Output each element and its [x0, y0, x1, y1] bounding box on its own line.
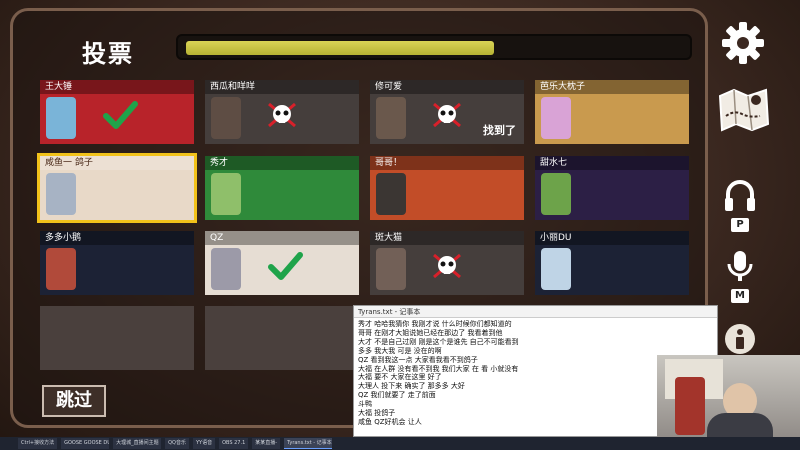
empty-slot [205, 306, 355, 370]
player-name: 小丽DU [535, 231, 689, 245]
vote-timer-bar [176, 34, 692, 60]
player-name: 芭乐大枕子 [535, 80, 689, 94]
vote-check-icon [103, 101, 138, 129]
taskbar-item[interactable]: GOOSE GOOSE DUCK [61, 438, 110, 449]
chat-line: 秀才 哈哈我猜你 我刚才说 什么时候你们都知道的 [358, 320, 512, 328]
taskbar-item[interactable]: 大理城_直播间主题 [113, 438, 162, 449]
player-name: 修可爱 [370, 80, 524, 94]
dead-skull-icon [433, 253, 461, 279]
player-name: 王大锤 [40, 80, 194, 94]
player-card[interactable]: 哥哥！ [370, 156, 524, 220]
game-screen: 投票 王大锤 西瓜和咩咩 修可爱 找到了 芭乐大枕子 咸鱼一 鸽子 秀才 哥哥！ 甜水七 多多小鹅… [0, 0, 800, 450]
player-name: 多多小鹅 [40, 231, 194, 245]
player-card[interactable]: 修可爱找到了 [370, 80, 524, 144]
player-card[interactable]: 咸鱼一 鸽子 [37, 153, 197, 223]
map-icon[interactable] [716, 86, 772, 134]
goose-avatar [211, 173, 241, 215]
page-title: 投票 [82, 40, 134, 68]
player-card[interactable]: QZ [205, 231, 359, 295]
player-card[interactable]: 多多小鹅 [40, 231, 194, 295]
goose-avatar [541, 248, 571, 290]
player-name: 咸鱼一 鸽子 [40, 156, 194, 170]
player-card[interactable]: 西瓜和咩咩 [205, 80, 359, 144]
headphones-key-badge: P [731, 218, 749, 232]
player-name: 西瓜和咩咩 [205, 80, 359, 94]
taskbar-item[interactable]: Tyrans.txt - 记事本 [284, 438, 333, 449]
chat-line: 大才 不是自己过刚 刚是这个是谁先 自己不可能看到 [358, 337, 519, 346]
goose-avatar [541, 173, 571, 215]
goose-avatar [376, 248, 406, 290]
webcam-overlay [657, 355, 800, 440]
player-name: QZ [205, 231, 359, 245]
player-name: 斑大猫 [370, 231, 524, 245]
goose-avatar [376, 97, 406, 139]
microphone-key-badge: M [731, 289, 749, 303]
goose-avatar [46, 173, 76, 215]
microphone-icon[interactable] [722, 248, 758, 284]
os-taskbar: Ctrl+接收方法GOOSE GOOSE DUCK大理城_直播间主题QQ音乐YY… [0, 437, 800, 450]
vote-check-icon [268, 252, 303, 280]
webcam-chair [675, 377, 705, 435]
body-found-label: 找到了 [483, 124, 516, 137]
taskbar-item[interactable]: QQ音乐 [165, 438, 189, 449]
goose-avatar [541, 97, 571, 139]
goose-avatar [211, 97, 241, 139]
empty-slot [40, 306, 194, 370]
goose-avatar [46, 248, 76, 290]
taskbar-item[interactable]: YY语音 [192, 438, 216, 449]
vote-timer-fill [186, 41, 494, 55]
player-card[interactable]: 王大锤 [40, 80, 194, 144]
player-name: 甜水七 [535, 156, 689, 170]
goose-avatar [376, 173, 406, 215]
player-card[interactable]: 甜水七 [535, 156, 689, 220]
skip-vote-button[interactable]: 跳过 [42, 385, 106, 417]
player-card[interactable]: 小丽DU [535, 231, 689, 295]
headphones-icon[interactable] [722, 178, 758, 214]
player-card[interactable]: 芭乐大枕子 [535, 80, 689, 144]
player-card[interactable]: 斑大猫 [370, 231, 524, 295]
webcam-streamer-body [707, 413, 773, 440]
settings-gear-icon[interactable] [720, 20, 766, 66]
taskbar-item[interactable]: Ctrl+接收方法 [18, 438, 58, 449]
player-card[interactable]: 秀才 [205, 156, 359, 220]
chat-line: 哥哥 在刚才大姐说她已经在那边了 我看着到他 [358, 328, 503, 337]
goose-avatar [211, 248, 241, 290]
chat-window-title: Tyrans.txt - 记事本 [354, 306, 717, 318]
dead-skull-icon [268, 102, 296, 128]
player-name: 秀才 [205, 156, 359, 170]
info-icon[interactable] [723, 322, 757, 356]
dead-skull-icon [433, 102, 461, 128]
goose-avatar [46, 97, 76, 139]
player-name: 哥哥！ [370, 156, 524, 170]
taskbar-item[interactable]: OBS 27.1 [219, 438, 249, 449]
taskbar-item[interactable]: 某某直播- [252, 438, 281, 449]
